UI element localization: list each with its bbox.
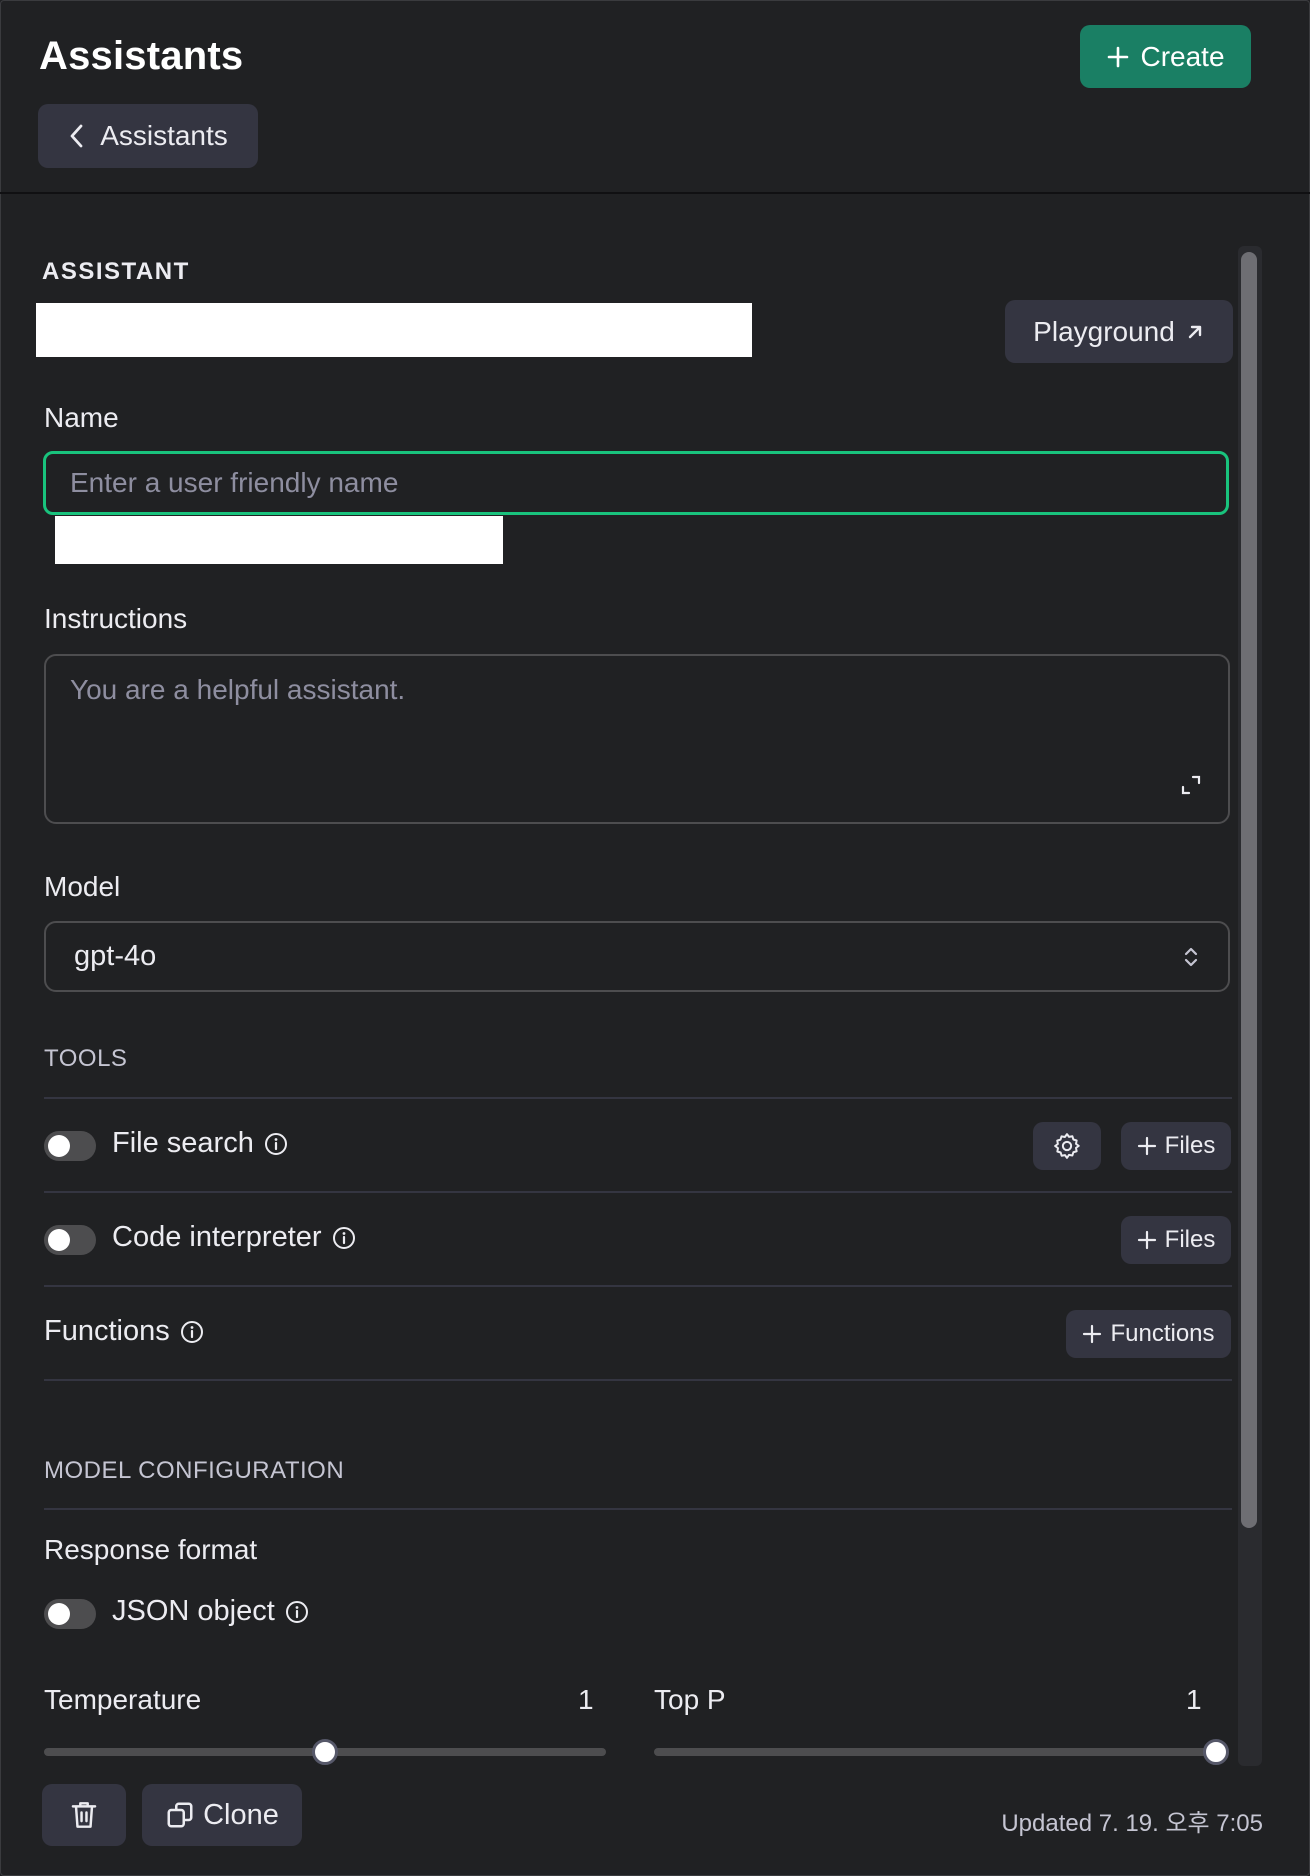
file-search-label-group: File search xyxy=(112,1127,288,1160)
top-p-slider-thumb[interactable] xyxy=(1203,1739,1229,1765)
tools-divider xyxy=(44,1097,1232,1099)
info-icon[interactable] xyxy=(285,1600,309,1624)
code-interpreter-label: Code interpreter xyxy=(112,1221,322,1253)
file-search-toggle[interactable] xyxy=(44,1131,96,1161)
top-p-slider-track[interactable] xyxy=(654,1748,1216,1756)
model-select-value: gpt-4o xyxy=(74,940,157,972)
header-divider xyxy=(0,192,1310,194)
json-object-toggle[interactable] xyxy=(44,1599,96,1629)
code-interpreter-add-files-button[interactable]: Files xyxy=(1121,1216,1231,1264)
model-config-section-label: MODEL CONFIGURATION xyxy=(44,1457,345,1484)
file-search-add-files-button[interactable]: Files xyxy=(1121,1122,1231,1170)
chevron-left-icon xyxy=(68,122,86,150)
tools-bottom-divider xyxy=(44,1379,1232,1381)
updated-timestamp: Updated 7. 19. 오후 7:05 xyxy=(1001,1810,1263,1837)
functions-label: Functions xyxy=(44,1315,170,1347)
tools-row-divider xyxy=(44,1285,1232,1287)
arrow-up-right-icon xyxy=(1185,322,1205,342)
model-select[interactable]: gpt-4o xyxy=(44,921,1230,992)
info-icon[interactable] xyxy=(180,1320,204,1344)
add-files-label: Files xyxy=(1164,1226,1216,1253)
tools-section-label: TOOLS xyxy=(44,1045,128,1072)
code-interpreter-label-group: Code interpreter xyxy=(112,1221,356,1254)
code-interpreter-toggle[interactable] xyxy=(44,1225,96,1255)
delete-button[interactable] xyxy=(42,1784,126,1846)
expand-icon[interactable] xyxy=(1180,774,1202,796)
name-label: Name xyxy=(44,402,119,433)
top-p-label: Top P xyxy=(654,1684,726,1715)
plus-icon xyxy=(1137,1230,1157,1250)
plus-icon xyxy=(1106,45,1130,69)
copy-icon xyxy=(165,1800,195,1830)
toggle-knob xyxy=(48,1135,70,1157)
json-object-label: JSON object xyxy=(112,1595,275,1627)
back-button-label: Assistants xyxy=(100,120,228,151)
instructions-label: Instructions xyxy=(44,603,188,634)
temperature-slider-thumb[interactable] xyxy=(312,1739,338,1765)
toggle-knob xyxy=(48,1229,70,1251)
playground-button[interactable]: Playground xyxy=(1005,300,1233,363)
add-functions-button[interactable]: Functions xyxy=(1066,1310,1231,1358)
instructions-textarea[interactable] xyxy=(44,654,1230,824)
redacted-assistant-id xyxy=(36,303,752,357)
scrollbar-thumb[interactable] xyxy=(1241,252,1257,1528)
gear-icon xyxy=(1052,1131,1082,1161)
model-config-divider xyxy=(44,1508,1232,1510)
top-p-value: 1 xyxy=(1186,1684,1202,1715)
temperature-value: 1 xyxy=(578,1684,594,1715)
functions-label-group: Functions xyxy=(44,1315,204,1348)
toggle-knob xyxy=(48,1603,70,1625)
temperature-label: Temperature xyxy=(44,1684,202,1715)
create-button-label: Create xyxy=(1140,40,1225,72)
response-format-label: Response format xyxy=(44,1534,258,1565)
chevron-up-down-icon xyxy=(1182,944,1200,970)
back-to-assistants-button[interactable]: Assistants xyxy=(38,104,258,168)
playground-button-label: Playground xyxy=(1033,315,1175,347)
plus-icon xyxy=(1137,1136,1157,1156)
trash-icon xyxy=(69,1799,99,1831)
add-files-label: Files xyxy=(1164,1132,1216,1159)
assistant-section-label: ASSISTANT xyxy=(42,258,190,285)
file-search-label: File search xyxy=(112,1127,254,1159)
clone-button-label: Clone xyxy=(203,1798,279,1831)
info-icon[interactable] xyxy=(264,1132,288,1156)
name-input[interactable] xyxy=(43,451,1229,515)
file-search-settings-button[interactable] xyxy=(1033,1122,1101,1170)
add-functions-label: Functions xyxy=(1110,1320,1215,1347)
model-label: Model xyxy=(44,871,121,902)
plus-icon xyxy=(1082,1324,1102,1344)
info-icon[interactable] xyxy=(332,1226,356,1250)
page-title: Assistants xyxy=(39,34,244,78)
json-object-label-group: JSON object xyxy=(112,1595,309,1628)
tools-row-divider xyxy=(44,1191,1232,1193)
create-button[interactable]: Create xyxy=(1080,25,1251,88)
redacted-name-hint xyxy=(55,516,503,564)
clone-button[interactable]: Clone xyxy=(142,1784,302,1846)
